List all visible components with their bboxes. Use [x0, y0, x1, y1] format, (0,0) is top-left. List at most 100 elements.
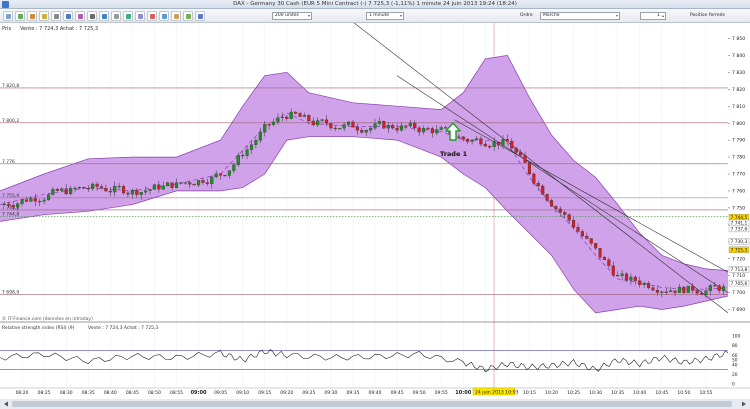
indicator-icon[interactable]: [75, 11, 85, 21]
candle[interactable]: [382, 120, 386, 129]
price-tick-label: 7 720: [732, 256, 745, 262]
order-type-label: Ordre: [520, 13, 533, 18]
link-icon[interactable]: [171, 11, 181, 21]
color-icon[interactable]: [147, 11, 157, 21]
time-tick-label: 10:00: [455, 390, 471, 396]
level-label: 7 698,9: [2, 289, 19, 295]
price-tick-label: 7 760: [732, 189, 745, 195]
line-tool-icon[interactable]: [27, 11, 37, 21]
time-tick-label: 10:50: [677, 390, 690, 396]
level-label: 7 744,8: [2, 212, 19, 218]
stepper-arrows-icon: ▴: [661, 13, 664, 18]
window-icon[interactable]: [159, 11, 169, 21]
price-tick-label: 7 690: [732, 307, 745, 313]
quantity-value: 1: [657, 13, 660, 18]
settings-icon[interactable]: [87, 11, 97, 21]
time-tick-label: 09:40: [369, 390, 382, 396]
time-tick-label: 08:35: [82, 390, 95, 396]
chart-toolbar: 200 unités ▾ 1 minute ▾ Ordre Marché ▾ 1…: [0, 9, 750, 23]
price-tick-label: 7 780: [732, 155, 745, 161]
help-icon[interactable]: [195, 11, 205, 21]
refresh-icon[interactable]: [123, 11, 133, 21]
title-bar: DAX - Germany 30 Cash (EUR 5 Mini Contra…: [0, 0, 750, 9]
print-icon[interactable]: [111, 11, 121, 21]
chevron-down-icon: ▾: [615, 13, 618, 18]
time-tick-label: 10:40: [633, 390, 646, 396]
chevron-down-icon: ▾: [307, 13, 310, 18]
price-tick-label: 7 820: [732, 87, 745, 93]
chart-area[interactable]: 7 820,87 800,27 7767 755,97 748,87 744,8…: [0, 23, 750, 409]
position-label: Position fermée: [690, 13, 725, 18]
price-tick-label: 7 710: [732, 273, 745, 279]
candle[interactable]: [527, 162, 532, 176]
time-tick-label: 09:20: [280, 390, 293, 396]
price-panel-header: Prix: [2, 26, 11, 32]
time-tick-label: 09:15: [258, 390, 271, 396]
timeframe-select[interactable]: 1 minute ▾: [366, 12, 404, 20]
svg-text:7 713,8: 7 713,8: [731, 267, 748, 273]
time-tick-label: 10:15: [523, 390, 536, 396]
candle[interactable]: [338, 128, 342, 130]
price-tick-label: 7 850: [732, 36, 745, 42]
level-label: 7 820,8: [2, 83, 19, 89]
zoom-icon[interactable]: [15, 11, 25, 21]
rsi-tick-label: 40: [732, 362, 738, 368]
order-type-value: Marché: [543, 13, 560, 18]
save-icon[interactable]: [99, 11, 109, 21]
level-label: 7 776: [2, 159, 15, 165]
price-badge: 7 730,3: [728, 238, 750, 245]
svg-text:7 725,3: 7 725,3: [731, 247, 748, 253]
time-tick-label: 09:30: [324, 390, 337, 396]
svg-text:7 730,3: 7 730,3: [731, 239, 748, 245]
svg-text:7 705,6: 7 705,6: [731, 281, 748, 287]
time-tick-label: 08:40: [104, 390, 117, 396]
pencil-icon[interactable]: [39, 11, 49, 21]
time-tick-label: 08:45: [126, 390, 139, 396]
time-tick-label: 09:10: [236, 390, 249, 396]
time-tick-label: 08:25: [38, 390, 51, 396]
time-tick-label: 10:30: [589, 390, 602, 396]
time-tick-label: 09:35: [346, 390, 359, 396]
data-credit: © IT-Finance.com (données en intraday): [2, 315, 93, 322]
price-tick-label: 7 700: [732, 290, 745, 296]
time-tick-label: 09:25: [302, 390, 315, 396]
price-quote-text: Vente : 7 724,3 Achat : 7 725,3: [20, 26, 98, 32]
time-tick-label: 10:20: [545, 390, 558, 396]
price-badge: 7 725,3: [728, 246, 750, 253]
text-tool-icon[interactable]: [51, 11, 61, 21]
export-icon[interactable]: [183, 11, 193, 21]
rsi-panel-title: Relative strength index (RSI) (9): [2, 325, 75, 331]
unit-select[interactable]: 200 unités ▾: [272, 12, 312, 20]
time-tick-label: 08:20: [16, 390, 29, 396]
time-tick-label: 10:25: [567, 390, 580, 396]
chart-type-icon[interactable]: [63, 11, 73, 21]
rsi-quote-text: Vente : 7 724,3 Achat : 7 725,3: [88, 325, 158, 331]
rsi-tick-label: 100: [732, 334, 741, 340]
svg-text:7 737,6: 7 737,6: [731, 227, 748, 233]
timeframe-select-value: 1 minute: [369, 13, 390, 18]
cursor-tool-icon[interactable]: [3, 11, 13, 21]
scrollbar-thumb[interactable]: [12, 401, 732, 407]
time-tick-label: 08:50: [148, 390, 161, 396]
time-tick-label: 08:55: [170, 390, 183, 396]
time-tick-label: 09:55: [435, 390, 448, 396]
quantity-stepper[interactable]: 1 ▴: [640, 12, 666, 20]
price-tick-label: 7 840: [732, 53, 745, 59]
order-type-select[interactable]: Marché ▾: [540, 12, 620, 20]
time-tick-label: 08:30: [60, 390, 73, 396]
time-tick-label: 10:45: [655, 390, 668, 396]
candle[interactable]: [686, 285, 690, 293]
level-label: 7 800,2: [2, 118, 19, 124]
time-tick-label: 10:35: [611, 390, 624, 396]
rsi-tick-label: 20: [732, 372, 738, 378]
window-title: DAX - Germany 30 Cash (EUR 5 Mini Contra…: [233, 1, 517, 7]
unit-select-value: 200 unités: [275, 13, 299, 18]
price-tick-label: 7 830: [732, 70, 745, 76]
price-badge: 7 713,8: [728, 266, 750, 273]
price-tick-label: 7 770: [732, 172, 745, 178]
time-tick-label: 09:00: [191, 390, 207, 396]
grid-icon[interactable]: [135, 11, 145, 21]
price-badge: 7 705,6: [728, 279, 750, 287]
price-tick-label: 7 810: [732, 104, 745, 110]
level-label: 7 755,9: [2, 193, 19, 199]
